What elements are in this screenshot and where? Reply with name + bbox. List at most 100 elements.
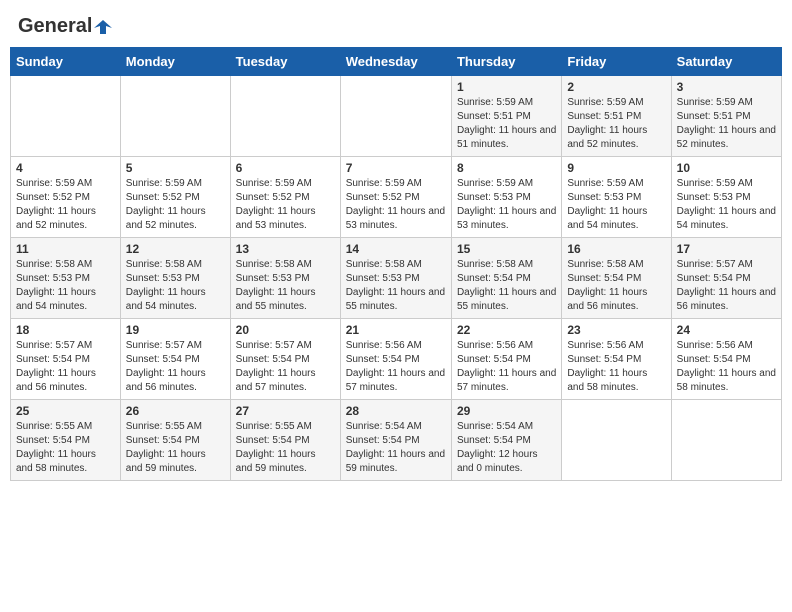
logo-bird-icon [94, 18, 112, 36]
day-cell: 6 Sunrise: 5:59 AM Sunset: 5:52 PM Daylig… [230, 157, 340, 238]
day-info: Sunrise: 5:59 AM Sunset: 5:52 PM Dayligh… [346, 177, 446, 233]
day-info: Sunrise: 5:54 AM Sunset: 5:54 PM Dayligh… [346, 420, 446, 476]
day-cell [120, 76, 230, 157]
day-info: Sunrise: 5:59 AM Sunset: 5:52 PM Dayligh… [236, 177, 335, 233]
day-cell [340, 76, 451, 157]
day-cell [671, 400, 781, 481]
day-cell: 2Sunrise: 5:59 AM Sunset: 5:51 PM Daylig… [562, 76, 671, 157]
day-info: Sunrise: 5:56 AM Sunset: 5:54 PM Dayligh… [346, 339, 446, 395]
day-info: Sunrise: 5:58 AM Sunset: 5:53 PM Dayligh… [236, 258, 335, 314]
day-info: Sunrise: 5:59 AM Sunset: 5:53 PM Dayligh… [457, 177, 556, 233]
weekday-header-thursday: Thursday [451, 48, 561, 76]
day-number: 19 [126, 323, 225, 337]
day-number: 27 [236, 404, 335, 418]
day-cell: 4 Sunrise: 5:59 AM Sunset: 5:52 PM Daylig… [11, 157, 121, 238]
day-number: 1 [457, 80, 556, 94]
weekday-header-saturday: Saturday [671, 48, 781, 76]
day-info: Sunrise: 5:57 AM Sunset: 5:54 PM Dayligh… [126, 339, 225, 395]
day-info: Sunrise: 5:56 AM Sunset: 5:54 PM Dayligh… [677, 339, 776, 395]
week-row-3: 11 Sunrise: 5:58 AM Sunset: 5:53 PM Dayli… [11, 238, 782, 319]
day-number: 17 [677, 242, 776, 256]
day-info: Sunrise: 5:59 AM Sunset: 5:51 PM Dayligh… [677, 96, 776, 152]
weekday-header-monday: Monday [120, 48, 230, 76]
day-cell: 21Sunrise: 5:56 AM Sunset: 5:54 PM Dayli… [340, 319, 451, 400]
weekday-header-friday: Friday [562, 48, 671, 76]
day-cell: 25Sunrise: 5:55 AM Sunset: 5:54 PM Dayli… [11, 400, 121, 481]
day-cell [11, 76, 121, 157]
day-info: Sunrise: 5:56 AM Sunset: 5:54 PM Dayligh… [567, 339, 665, 395]
day-info: Sunrise: 5:59 AM Sunset: 5:52 PM Dayligh… [126, 177, 225, 233]
day-info: Sunrise: 5:55 AM Sunset: 5:54 PM Dayligh… [16, 420, 115, 476]
day-cell: 26Sunrise: 5:55 AM Sunset: 5:54 PM Dayli… [120, 400, 230, 481]
header: General [10, 10, 782, 39]
logo: General [18, 15, 112, 34]
day-cell: 23 Sunrise: 5:56 AM Sunset: 5:54 PM Dayli… [562, 319, 671, 400]
day-number: 28 [346, 404, 446, 418]
day-number: 29 [457, 404, 556, 418]
day-cell: 5Sunrise: 5:59 AM Sunset: 5:52 PM Daylig… [120, 157, 230, 238]
day-cell: 13 Sunrise: 5:58 AM Sunset: 5:53 PM Dayli… [230, 238, 340, 319]
day-number: 7 [346, 161, 446, 175]
day-number: 8 [457, 161, 556, 175]
day-number: 3 [677, 80, 776, 94]
day-cell [230, 76, 340, 157]
day-number: 10 [677, 161, 776, 175]
day-number: 12 [126, 242, 225, 256]
day-cell: 9Sunrise: 5:59 AM Sunset: 5:53 PM Daylig… [562, 157, 671, 238]
day-info: Sunrise: 5:57 AM Sunset: 5:54 PM Dayligh… [236, 339, 335, 395]
day-cell: 29 Sunrise: 5:54 AM Sunset: 5:54 PM Dayli… [451, 400, 561, 481]
day-info: Sunrise: 5:58 AM Sunset: 5:53 PM Dayligh… [16, 258, 115, 314]
calendar-table: SundayMondayTuesdayWednesdayThursdayFrid… [10, 47, 782, 481]
day-number: 20 [236, 323, 335, 337]
day-number: 16 [567, 242, 665, 256]
day-cell: 10 Sunrise: 5:59 AM Sunset: 5:53 PM Dayli… [671, 157, 781, 238]
day-cell: 18 Sunrise: 5:57 AM Sunset: 5:54 PM Dayli… [11, 319, 121, 400]
day-info: Sunrise: 5:58 AM Sunset: 5:53 PM Dayligh… [126, 258, 225, 314]
week-row-1: 1 Sunrise: 5:59 AM Sunset: 5:51 PM Daylig… [11, 76, 782, 157]
day-info: Sunrise: 5:56 AM Sunset: 5:54 PM Dayligh… [457, 339, 556, 395]
day-cell: 14 Sunrise: 5:58 AM Sunset: 5:53 PM Dayli… [340, 238, 451, 319]
day-cell: 1 Sunrise: 5:59 AM Sunset: 5:51 PM Daylig… [451, 76, 561, 157]
week-row-5: 25Sunrise: 5:55 AM Sunset: 5:54 PM Dayli… [11, 400, 782, 481]
day-info: Sunrise: 5:58 AM Sunset: 5:54 PM Dayligh… [457, 258, 556, 314]
day-info: Sunrise: 5:59 AM Sunset: 5:53 PM Dayligh… [567, 177, 665, 233]
day-cell: 15 Sunrise: 5:58 AM Sunset: 5:54 PM Dayli… [451, 238, 561, 319]
day-number: 4 [16, 161, 115, 175]
weekday-header-wednesday: Wednesday [340, 48, 451, 76]
day-number: 22 [457, 323, 556, 337]
day-cell: 16 Sunrise: 5:58 AM Sunset: 5:54 PM Dayli… [562, 238, 671, 319]
day-number: 15 [457, 242, 556, 256]
day-cell: 11 Sunrise: 5:58 AM Sunset: 5:53 PM Dayli… [11, 238, 121, 319]
day-info: Sunrise: 5:57 AM Sunset: 5:54 PM Dayligh… [16, 339, 115, 395]
day-number: 6 [236, 161, 335, 175]
day-cell: 19 Sunrise: 5:57 AM Sunset: 5:54 PM Dayli… [120, 319, 230, 400]
day-number: 23 [567, 323, 665, 337]
weekday-header-sunday: Sunday [11, 48, 121, 76]
day-cell: 28 Sunrise: 5:54 AM Sunset: 5:54 PM Dayli… [340, 400, 451, 481]
weekday-header-tuesday: Tuesday [230, 48, 340, 76]
day-info: Sunrise: 5:59 AM Sunset: 5:53 PM Dayligh… [677, 177, 776, 233]
day-info: Sunrise: 5:55 AM Sunset: 5:54 PM Dayligh… [126, 420, 225, 476]
day-cell: 22 Sunrise: 5:56 AM Sunset: 5:54 PM Dayli… [451, 319, 561, 400]
day-number: 24 [677, 323, 776, 337]
day-number: 14 [346, 242, 446, 256]
day-number: 11 [16, 242, 115, 256]
week-row-2: 4 Sunrise: 5:59 AM Sunset: 5:52 PM Daylig… [11, 157, 782, 238]
day-cell: 3 Sunrise: 5:59 AM Sunset: 5:51 PM Daylig… [671, 76, 781, 157]
day-cell: 12 Sunrise: 5:58 AM Sunset: 5:53 PM Dayli… [120, 238, 230, 319]
day-cell [562, 400, 671, 481]
day-info: Sunrise: 5:57 AM Sunset: 5:54 PM Dayligh… [677, 258, 776, 314]
day-info: Sunrise: 5:55 AM Sunset: 5:54 PM Dayligh… [236, 420, 335, 476]
day-info: Sunrise: 5:59 AM Sunset: 5:51 PM Dayligh… [457, 96, 556, 152]
day-cell: 7 Sunrise: 5:59 AM Sunset: 5:52 PM Daylig… [340, 157, 451, 238]
day-info: Sunrise: 5:58 AM Sunset: 5:54 PM Dayligh… [567, 258, 665, 314]
day-info: Sunrise: 5:54 AM Sunset: 5:54 PM Dayligh… [457, 420, 556, 476]
weekday-header-row: SundayMondayTuesdayWednesdayThursdayFrid… [11, 48, 782, 76]
day-number: 13 [236, 242, 335, 256]
day-cell: 8 Sunrise: 5:59 AM Sunset: 5:53 PM Daylig… [451, 157, 561, 238]
week-row-4: 18 Sunrise: 5:57 AM Sunset: 5:54 PM Dayli… [11, 319, 782, 400]
day-info: Sunrise: 5:59 AM Sunset: 5:52 PM Dayligh… [16, 177, 115, 233]
day-info: Sunrise: 5:58 AM Sunset: 5:53 PM Dayligh… [346, 258, 446, 314]
day-number: 18 [16, 323, 115, 337]
day-cell: 24 Sunrise: 5:56 AM Sunset: 5:54 PM Dayli… [671, 319, 781, 400]
